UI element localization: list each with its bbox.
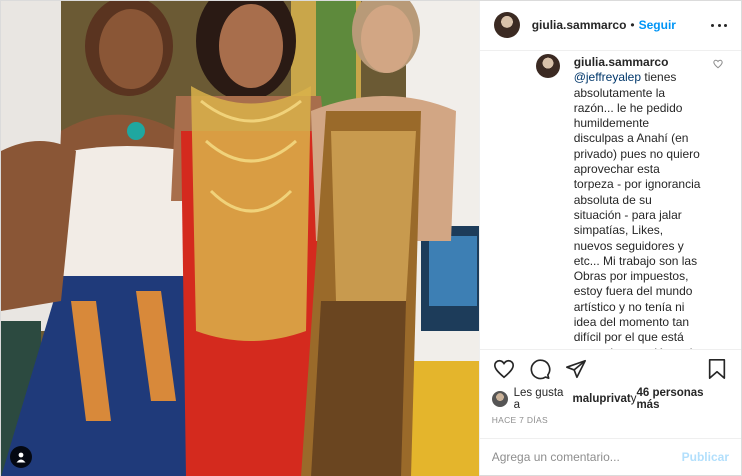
user-tag-button[interactable]	[10, 446, 32, 468]
follow-button[interactable]: Seguir	[639, 18, 676, 32]
post-author-username[interactable]: giulia.sammarco	[532, 18, 627, 32]
post-header: giulia.sammarco • Seguir	[479, 1, 741, 51]
liker-avatar[interactable]	[491, 391, 508, 408]
like-button[interactable]	[492, 357, 516, 381]
heart-icon	[493, 359, 514, 378]
comment-username[interactable]: giulia.sammarco	[574, 55, 701, 70]
post-photo[interactable]	[1, 1, 479, 476]
comment-button[interactable]	[528, 357, 552, 381]
comment-text: tienes absolutamente la razón... le he p…	[573, 70, 701, 349]
comment-avatar[interactable]	[535, 53, 560, 78]
post-dialog: giulia.sammarco • Seguir giulia.sammarco…	[0, 0, 742, 476]
liker-username[interactable]: maluprivat	[573, 393, 631, 405]
comment-body: giulia.sammarco @jeffreyalep tienes absol…	[538, 55, 727, 349]
photo-illustration	[1, 1, 479, 476]
comments-list: giulia.sammarco @jeffreyalep tienes absol…	[480, 51, 741, 349]
likes-prefix: Les gusta a	[513, 387, 564, 412]
avatar[interactable]	[493, 12, 520, 39]
comment-input[interactable]	[491, 450, 682, 465]
comment-like-icon[interactable]	[713, 59, 723, 69]
separator-dot: •	[630, 18, 635, 33]
post-date[interactable]: HACE 7 DÍAS	[480, 411, 741, 438]
comment-icon	[530, 358, 551, 379]
share-button[interactable]	[564, 357, 588, 381]
bookmark-icon	[708, 358, 726, 379]
likes-others-link[interactable]: 46 personas más	[636, 387, 729, 411]
add-comment-bar: Publicar	[479, 438, 741, 475]
comment-mention[interactable]: @jeffreyalep	[574, 70, 641, 84]
post-sidebar: giulia.sammarco • Seguir giulia.sammarco…	[478, 1, 741, 475]
likes-summary: Les gusta a maluprivat y 46 personas más	[480, 387, 741, 411]
post-actions	[479, 348, 741, 388]
user-tag-icon	[16, 452, 26, 463]
comment-item: giulia.sammarco @jeffreyalep tienes absol…	[535, 51, 727, 349]
publish-button[interactable]: Publicar	[682, 450, 729, 464]
share-icon	[565, 359, 586, 378]
save-button[interactable]	[705, 357, 729, 381]
more-options-icon[interactable]	[711, 23, 727, 27]
